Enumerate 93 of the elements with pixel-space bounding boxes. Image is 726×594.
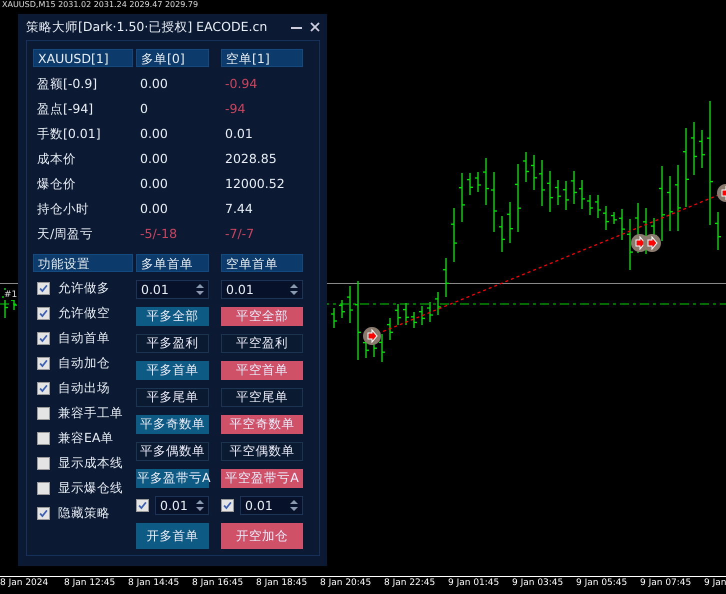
option-label: 兼容手工单	[58, 405, 123, 422]
time-label: 8 Jan 22:45	[383, 577, 436, 588]
close-orders-button[interactable]: 平多尾单	[136, 388, 209, 407]
chart-label: #1	[4, 290, 18, 300]
table-cell-text: 爆仓价	[36, 175, 77, 193]
spin-arrows-icon[interactable]	[196, 283, 204, 296]
table-cell-text: 0.00	[139, 125, 169, 143]
checkbox[interactable]	[37, 307, 50, 320]
close-orders-button[interactable]: 平空全部	[221, 307, 303, 326]
option-label: 兼容EA单	[58, 430, 114, 447]
chart-header: XAUUSD,M15 2031.02 2031.24 2029.47 2029.79	[2, 0, 198, 9]
close-orders-button[interactable]: 平多全部	[136, 307, 209, 326]
lots-spin-field[interactable]: 0.01	[221, 280, 303, 299]
option-label: 自动首单	[58, 330, 110, 347]
column-header: XAUUSD[1]	[33, 49, 133, 67]
minimize-icon[interactable]	[291, 26, 302, 28]
close-orders-button[interactable]: 平空首单	[221, 361, 303, 380]
time-label: 8 Jan 16:45	[191, 577, 244, 588]
close-orders-button[interactable]: 平多奇数单	[136, 415, 209, 434]
spin-arrows-icon[interactable]	[290, 499, 298, 512]
open-order-button[interactable]: 开空加仓	[221, 523, 303, 549]
open-order-button[interactable]: 开多首单	[136, 523, 209, 549]
table-cell-text: 0	[139, 100, 149, 118]
lots-spin-field[interactable]: 0.01	[240, 496, 303, 515]
time-label: 9 Jan	[703, 577, 726, 588]
close-orders-button[interactable]: 平空偶数单	[221, 442, 303, 461]
time-label: 8 Jan 20:45	[319, 577, 372, 588]
table-cell-text: 0.00	[139, 150, 169, 168]
table-cell-text: 0.00	[139, 175, 169, 193]
checkbox[interactable]	[37, 432, 50, 445]
section-header: 功能设置	[33, 254, 133, 272]
option-label: 显示爆仓线	[58, 480, 123, 497]
time-label: 8 Jan 18:45	[255, 577, 308, 588]
close-orders-button[interactable]: 平多首单	[136, 361, 209, 380]
checkbox[interactable]	[37, 332, 50, 345]
time-label: 9 Jan 01:45	[447, 577, 500, 588]
spin-arrows-icon[interactable]	[290, 283, 298, 296]
window-title: 策略大师[Dark·1.50·已授权] EACODE.cn	[26, 18, 268, 36]
close-orders-button[interactable]: 平空奇数单	[221, 415, 303, 434]
close-orders-button[interactable]: 平空盈带亏A	[221, 469, 303, 488]
time-label: 9 Jan 03:45	[511, 577, 564, 588]
option-label: 隐藏策略	[58, 505, 110, 522]
lots-spin-field[interactable]: 0.01	[155, 496, 209, 515]
close-icon[interactable]	[310, 22, 320, 32]
time-label: 9 Jan 05:45	[575, 577, 628, 588]
trade-marker-icon	[363, 327, 381, 345]
checkbox[interactable]	[37, 407, 50, 420]
close-orders-button[interactable]: 平多盈利	[136, 334, 209, 353]
checkbox[interactable]	[221, 499, 234, 512]
time-label: 8 Jan 14:45	[127, 577, 180, 588]
time-label: 8 Jan 2024	[0, 577, 50, 588]
close-orders-button[interactable]: 平空尾单	[221, 388, 303, 407]
table-cell-text: 天/周盈亏	[36, 225, 94, 243]
column-header: 空单[1]	[221, 49, 303, 67]
checkbox[interactable]	[37, 282, 50, 295]
close-orders-button[interactable]: 平多偶数单	[136, 442, 209, 461]
time-label: 8 Jan 12:45	[63, 577, 116, 588]
table-cell-text: 成本价	[36, 150, 77, 168]
trade-marker-icon	[717, 184, 726, 202]
checkbox[interactable]	[37, 382, 50, 395]
option-label: 自动出场	[58, 380, 110, 397]
table-cell-text: 手数[0.01]	[36, 125, 102, 143]
trade-marker-icon	[643, 234, 661, 252]
table-cell-text: 2028.85	[224, 150, 278, 168]
checkbox[interactable]	[37, 457, 50, 470]
table-cell-text: -7/-7	[224, 225, 256, 243]
checkbox[interactable]	[37, 482, 50, 495]
table-cell-text: -5/-18	[139, 225, 178, 243]
checkbox[interactable]	[37, 507, 50, 520]
table-cell-text: 持仓小时	[36, 200, 90, 218]
option-label: 允许做空	[58, 305, 110, 322]
table-cell-text: 盈点[-94]	[36, 100, 94, 118]
table-cell-text: 0.00	[139, 75, 169, 93]
spin-arrows-icon[interactable]	[196, 499, 204, 512]
table-cell-text: -0.94	[224, 75, 258, 93]
lots-spin-field[interactable]: 0.01	[136, 280, 209, 299]
table-cell-text: 0.00	[139, 200, 169, 218]
section-header: 多单首单	[136, 254, 209, 272]
table-cell-text: 盈额[-0.9]	[36, 75, 98, 93]
close-orders-button[interactable]: 平空盈利	[221, 334, 303, 353]
table-cell-text: 0.01	[224, 125, 254, 143]
table-cell-text: 12000.52	[224, 175, 286, 193]
checkbox[interactable]	[37, 357, 50, 370]
option-label: 显示成本线	[58, 455, 123, 472]
option-label: 允许做多	[58, 280, 110, 297]
option-label: 自动加仓	[58, 355, 110, 372]
table-cell-text: 7.44	[224, 200, 254, 218]
time-label: 9 Jan 07:45	[639, 577, 692, 588]
table-cell-text: -94	[224, 100, 246, 118]
close-orders-button[interactable]: 平多盈带亏A	[136, 469, 209, 488]
section-header: 空单首单	[221, 254, 303, 272]
checkbox[interactable]	[136, 499, 149, 512]
column-header: 多单[0]	[136, 49, 209, 67]
